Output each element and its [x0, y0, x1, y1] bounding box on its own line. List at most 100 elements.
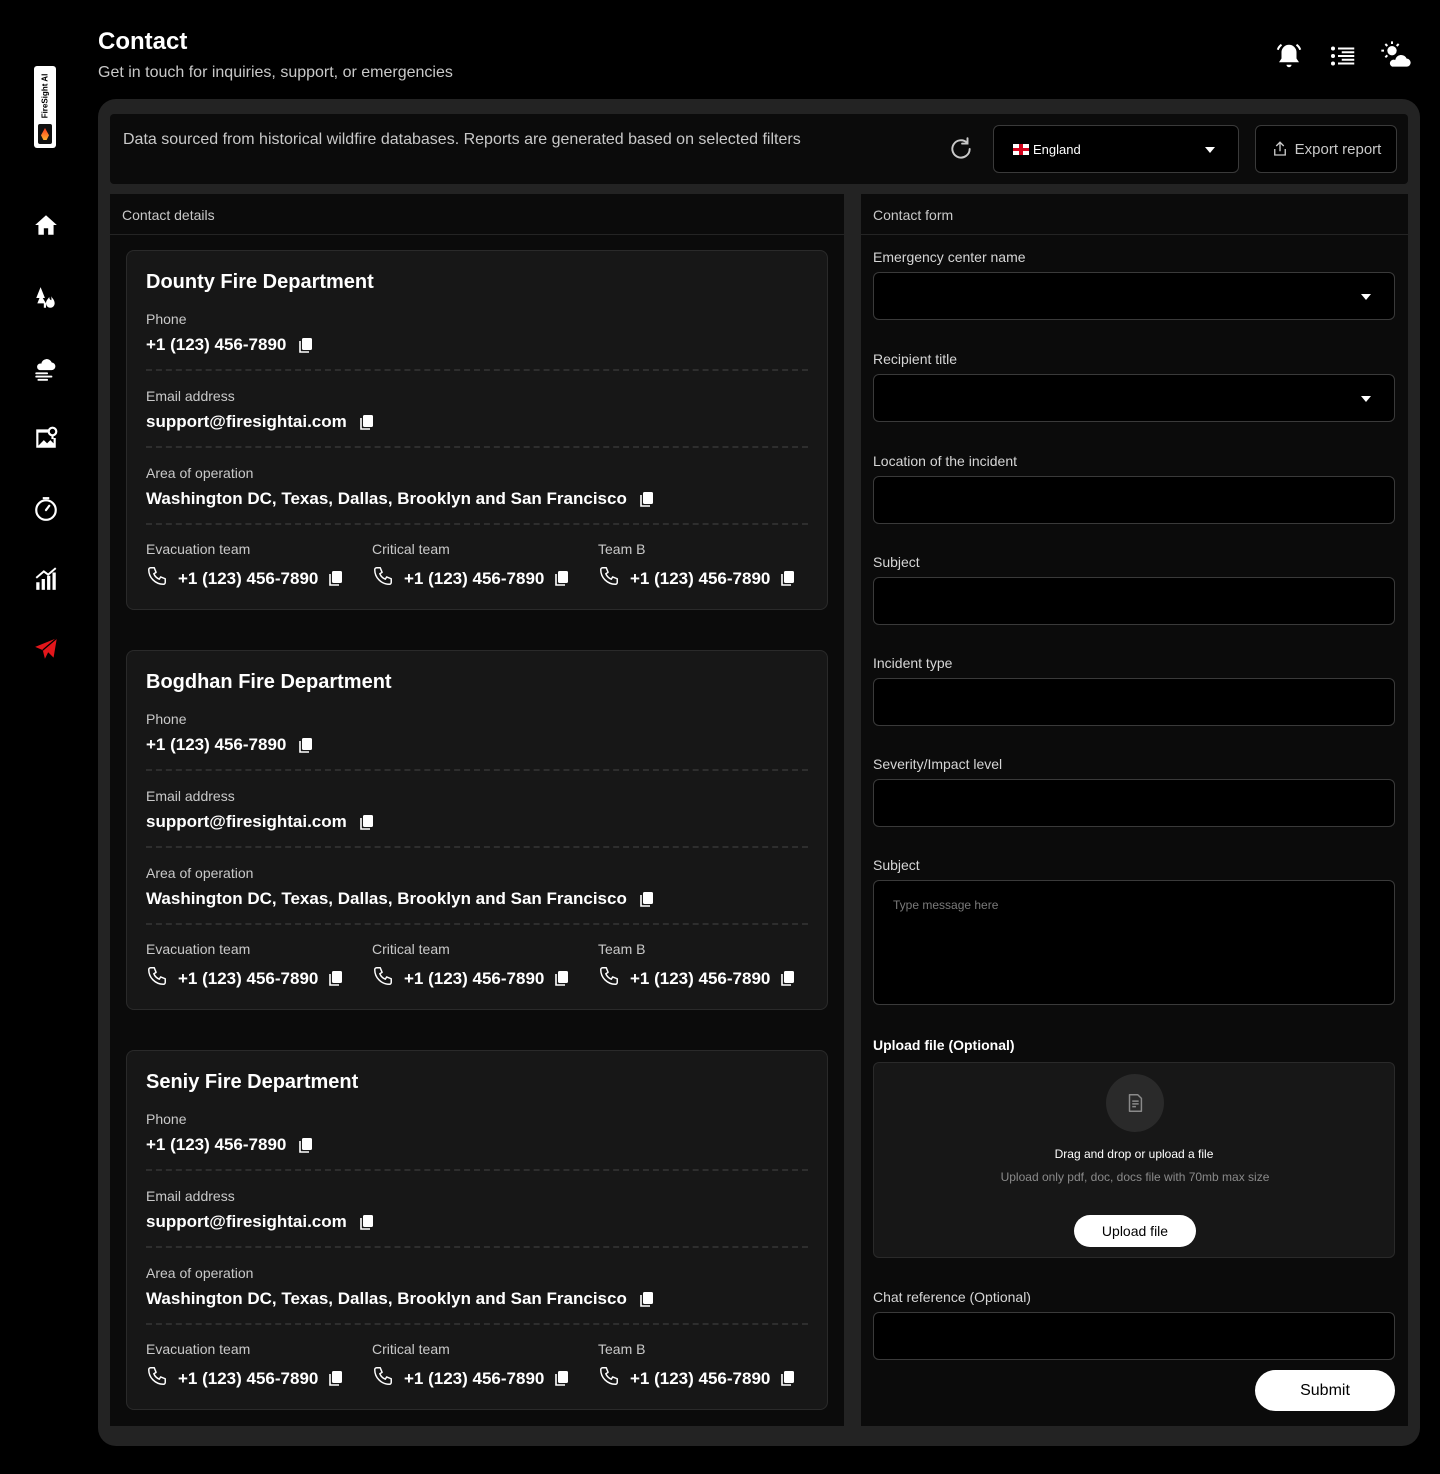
team-label: Evacuation team: [146, 1341, 251, 1357]
message-textarea[interactable]: Type message here: [873, 880, 1395, 1005]
data-source-note: Data sourced from historical wildfire da…: [123, 131, 801, 148]
contact-form-title: Contact form: [861, 194, 1408, 235]
team-label: Critical team: [372, 541, 450, 557]
team-phone-value: +1 (123) 456-7890: [630, 568, 771, 588]
team-contact: Evacuation team +1 (123) 456-7890: [146, 941, 361, 992]
send-icon[interactable]: [32, 635, 60, 663]
file-dropzone[interactable]: Drag and drop or upload a file Upload on…: [873, 1062, 1395, 1258]
area-label: Area of operation: [146, 865, 254, 881]
weather-cloud-sun-icon[interactable]: [1380, 40, 1412, 72]
divider: [146, 1323, 808, 1325]
file-icon: [1106, 1074, 1164, 1132]
phone-icon: [598, 565, 620, 592]
team-label: Critical team: [372, 1341, 450, 1357]
phone-field: Phone +1 (123) 456-7890: [146, 1111, 808, 1155]
severity-label: Severity/Impact level: [873, 756, 1003, 772]
team-label: Critical team: [372, 941, 450, 957]
sidebar: FireSight AI: [0, 0, 90, 1474]
copy-icon[interactable]: [780, 570, 796, 587]
logo-text: FireSight AI: [40, 73, 50, 119]
copy-icon[interactable]: [328, 570, 344, 587]
map-pin-icon[interactable]: [32, 424, 60, 452]
filter-bar: Data sourced from historical wildfire da…: [110, 114, 1408, 184]
email-field: Email address support@firesightai.com: [146, 388, 808, 432]
analytics-icon[interactable]: [32, 565, 60, 593]
copy-icon[interactable]: [554, 970, 570, 987]
submit-button[interactable]: Submit: [1255, 1370, 1395, 1411]
phone-field: Phone +1 (123) 456-7890: [146, 711, 808, 755]
copy-icon[interactable]: [639, 491, 655, 508]
department-name: Dounty Fire Department: [146, 271, 374, 293]
copy-icon[interactable]: [328, 1370, 344, 1387]
chat-reference-input[interactable]: [873, 1312, 1395, 1360]
notification-bell-icon[interactable]: [1273, 40, 1305, 72]
phone-icon: [146, 1365, 168, 1392]
copy-icon[interactable]: [554, 1370, 570, 1387]
divider: [146, 1169, 808, 1171]
clock-icon[interactable]: [32, 495, 60, 523]
divider: [146, 523, 808, 525]
copy-icon[interactable]: [780, 1370, 796, 1387]
location-input[interactable]: [873, 476, 1395, 524]
copy-icon[interactable]: [328, 970, 344, 987]
team-phone-value: +1 (123) 456-7890: [630, 968, 771, 988]
area-field: Area of operation Washington DC, Texas, …: [146, 1265, 808, 1309]
share-icon: [1273, 141, 1286, 156]
team-contact: Team B +1 (123) 456-7890: [598, 941, 813, 992]
divider: [146, 369, 808, 371]
copy-icon[interactable]: [554, 570, 570, 587]
home-icon[interactable]: [32, 211, 60, 239]
recipient-title-label: Recipient title: [873, 351, 958, 367]
country-select[interactable]: England: [993, 125, 1239, 173]
phone-icon: [146, 565, 168, 592]
email-label: Email address: [146, 1188, 235, 1204]
subject-input[interactable]: [873, 577, 1395, 625]
copy-icon[interactable]: [780, 970, 796, 987]
email-label: Email address: [146, 788, 235, 804]
copy-icon[interactable]: [298, 1137, 314, 1154]
upload-file-button[interactable]: Upload file: [1074, 1215, 1196, 1247]
flame-logo-icon: [38, 124, 52, 144]
phone-label: Phone: [146, 1111, 187, 1127]
copy-icon[interactable]: [359, 1214, 375, 1231]
divider: [146, 446, 808, 448]
recipient-title-select[interactable]: [873, 374, 1395, 422]
export-report-label: Export report: [1294, 140, 1382, 158]
team-label: Evacuation team: [146, 941, 251, 957]
menu-list-icon[interactable]: [1327, 40, 1359, 72]
phone-icon: [598, 1365, 620, 1392]
severity-input[interactable]: [873, 779, 1395, 827]
refresh-icon[interactable]: [948, 136, 976, 164]
contact-details-title: Contact details: [110, 194, 844, 235]
contact-details-panel: Contact details Dounty Fire Department P…: [110, 194, 844, 1426]
app-logo[interactable]: FireSight AI: [34, 66, 56, 148]
copy-icon[interactable]: [639, 1291, 655, 1308]
team-label: Evacuation team: [146, 541, 251, 557]
team-phone-value: +1 (123) 456-7890: [178, 568, 319, 588]
email-value: support@firesightai.com: [146, 412, 347, 431]
chevron-down-icon: [1361, 294, 1371, 300]
incident-type-input[interactable]: [873, 678, 1395, 726]
copy-icon[interactable]: [298, 337, 314, 354]
phone-value: +1 (123) 456-7890: [146, 335, 287, 354]
phone-label: Phone: [146, 711, 187, 727]
team-contact: Evacuation team +1 (123) 456-7890: [146, 1341, 361, 1392]
phone-icon: [372, 1365, 394, 1392]
contact-form-panel: Contact form Emergency center name Recip…: [861, 194, 1408, 1426]
copy-icon[interactable]: [639, 891, 655, 908]
divider: [146, 846, 808, 848]
department-name: Bogdhan Fire Department: [146, 671, 392, 693]
area-field: Area of operation Washington DC, Texas, …: [146, 865, 808, 909]
copy-icon[interactable]: [359, 814, 375, 831]
export-report-button[interactable]: Export report: [1255, 125, 1397, 173]
center-name-label: Emergency center name: [873, 249, 1026, 265]
team-phone-value: +1 (123) 456-7890: [178, 1368, 319, 1388]
email-value: support@firesightai.com: [146, 812, 347, 831]
fire-trees-icon[interactable]: [32, 284, 60, 312]
copy-icon[interactable]: [298, 737, 314, 754]
copy-icon[interactable]: [359, 414, 375, 431]
main-container: Data sourced from historical wildfire da…: [98, 99, 1420, 1446]
weather-wind-icon[interactable]: [32, 355, 60, 383]
area-value: Washington DC, Texas, Dallas, Brooklyn a…: [146, 1289, 627, 1308]
center-name-select[interactable]: [873, 272, 1395, 320]
